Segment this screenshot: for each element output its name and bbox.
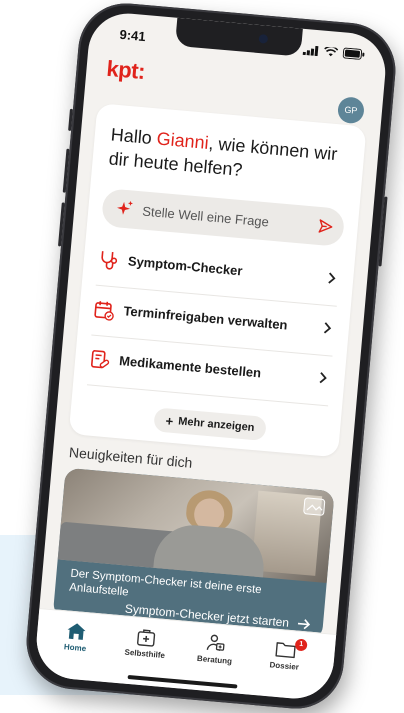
mute-switch [68,108,73,131]
ask-well-field[interactable] [100,188,346,248]
battery-icon [342,47,365,60]
tab-label: Beratung [196,653,233,666]
stage: 9:41 kpt: GP Hallo Gianni, wie können wi… [0,0,404,713]
prescription-icon [90,350,110,369]
phone-frame: 9:41 kpt: GP Hallo Gianni, wie können wi… [22,0,400,713]
menu-item-label: Symptom-Checker [127,253,244,279]
chevron-right-icon [328,272,336,284]
notification-badge: 1 [294,638,308,652]
tab-selbsthilfe[interactable]: Selbsthilfe [112,626,178,675]
image-overlay-icon [303,497,326,516]
wifi-icon [324,46,339,56]
stethoscope-icon [101,251,118,270]
plus-icon: + [165,412,174,429]
avatar-initials: GP [344,104,358,116]
greeting-heading: Hallo Gianni, wie können wir dir heute h… [108,122,351,191]
greeting-name: Gianni [155,128,210,153]
news-section-title: Neuigkeiten für dich [68,444,194,471]
menu-item-terminfreigaben[interactable]: Terminfreigaben verwalten [92,290,337,351]
sparkle-icon [117,200,133,215]
tab-beratung[interactable]: Beratung [182,632,248,681]
power-button [378,196,388,267]
volume-up-button [62,148,70,193]
show-more-label: Mehr anzeigen [177,415,255,435]
tab-home[interactable]: Home [43,620,109,669]
menu-item-medikamente[interactable]: Medikamente bestellen [87,339,332,400]
send-icon[interactable] [317,218,334,235]
calendar-check-icon [94,301,114,321]
help-card: Hallo Gianni, wie können wir dir heute h… [68,103,367,458]
kpt-logo: kpt: [105,55,146,85]
menu-item-label: Medikamente bestellen [118,353,262,381]
signal-icon [302,45,319,56]
status-time: 9:41 [119,26,147,45]
chevron-right-icon [319,372,327,384]
arrow-right-icon [297,619,311,630]
greeting-prefix: Hallo [110,124,158,149]
menu-item-symptom-checker[interactable]: Symptom-Checker [96,240,341,301]
tab-label: Home [63,642,87,654]
first-aid-kit-icon [137,629,156,647]
tab-label: Selbsthilfe [124,647,166,661]
consultation-icon [206,634,225,651]
app-screen: 9:41 kpt: GP Hallo Gianni, wie können wi… [33,10,389,702]
news-card-image [57,467,335,583]
tab-label: Dossier [269,660,300,672]
user-avatar[interactable]: GP [336,96,366,125]
tab-dossier[interactable]: 1 Dossier [252,638,318,687]
status-icons [302,44,366,60]
volume-down-button [57,202,65,247]
ask-input[interactable] [141,201,313,235]
chevron-right-icon [323,322,332,334]
folder-icon [275,642,296,659]
home-icon [67,623,86,640]
show-more-button[interactable]: + Mehr anzeigen [153,407,267,442]
menu-item-label: Terminfreigaben verwalten [122,303,289,333]
